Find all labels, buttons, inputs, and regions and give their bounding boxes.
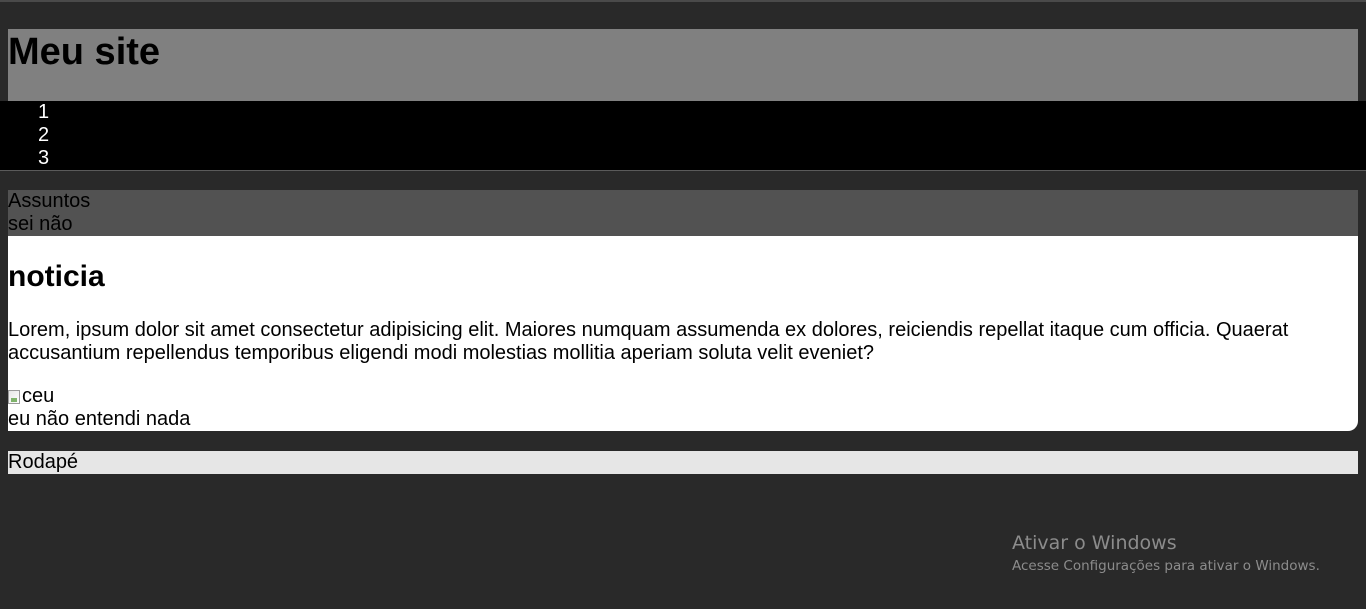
top-border <box>0 0 1366 2</box>
nav-item-2[interactable]: 2 <box>38 124 1366 147</box>
article-image: ceu <box>8 385 54 408</box>
nav-list: 1 2 3 <box>0 101 1366 170</box>
nav-item-3[interactable]: 3 <box>38 147 1366 170</box>
article-caption: eu não entendi nada <box>8 408 191 430</box>
site-footer: Rodapé <box>8 451 1358 474</box>
nav-divider <box>0 170 1366 171</box>
windows-activation-watermark: Ativar o Windows Acesse Configurações pa… <box>1012 530 1320 576</box>
article-body: Lorem, ipsum dolor sit amet consectetur … <box>8 319 1289 364</box>
site-title: Meu site <box>8 31 161 73</box>
watermark-subtitle: Acesse Configurações para ativar o Windo… <box>1012 558 1320 574</box>
aside-text: sei não <box>8 213 73 235</box>
aside-heading: Assuntos <box>8 190 91 212</box>
news-article: noticia Lorem, ipsum dolor sit amet cons… <box>8 236 1358 431</box>
image-alt-text: ceu <box>22 385 55 407</box>
site-header: Meu site <box>8 29 1358 101</box>
nav-item-1[interactable]: 1 <box>38 101 1366 124</box>
broken-image-icon <box>8 389 20 404</box>
main-nav: 1 2 3 <box>0 101 1366 170</box>
article-title: noticia <box>8 260 105 293</box>
watermark-title: Ativar o Windows <box>1012 532 1177 554</box>
topics-aside: Assuntos sei não <box>8 190 1358 236</box>
